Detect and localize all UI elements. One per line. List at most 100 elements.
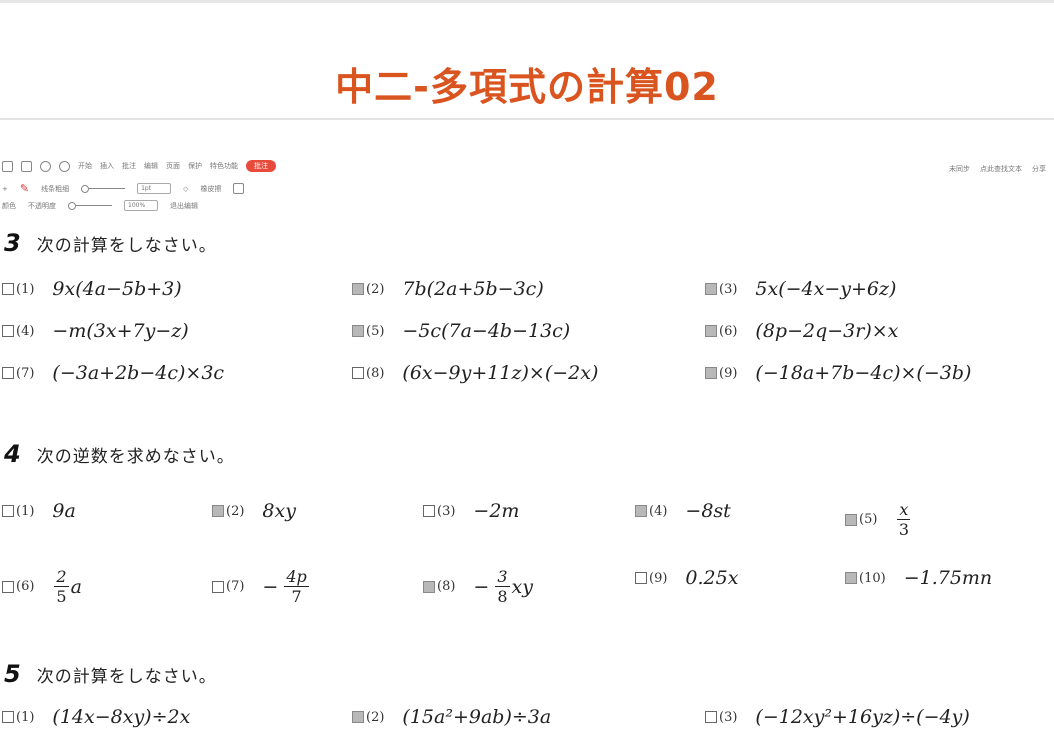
fraction-numerator: 2 bbox=[54, 567, 69, 587]
fraction: 25 bbox=[54, 567, 69, 606]
fraction-variable: a bbox=[70, 575, 82, 598]
exit-edit-label[interactable]: 退出编辑 bbox=[170, 201, 198, 211]
problem-item: (1) 9x(4a−5b+3) bbox=[2, 278, 182, 300]
search-text-button[interactable]: 点此查找文本 bbox=[980, 164, 1022, 174]
fraction-numerator: x bbox=[897, 500, 911, 520]
problem-label: (7) bbox=[16, 365, 35, 381]
problem-label: (5) bbox=[366, 323, 385, 339]
problem-label: (5) bbox=[859, 512, 878, 527]
share-button[interactable]: 分享 bbox=[1032, 164, 1046, 174]
tab-insert[interactable]: 插入 bbox=[100, 161, 114, 171]
problem-expression: 7b(2a+5b−3c) bbox=[402, 278, 544, 300]
problem-expression: 5x(−4x−y+6z) bbox=[755, 278, 897, 300]
problem-checkbox[interactable] bbox=[705, 367, 717, 379]
eraser-icon[interactable]: ◇ bbox=[183, 185, 188, 193]
problem-checkbox[interactable] bbox=[2, 580, 14, 593]
problem-expression: −8st bbox=[685, 500, 731, 522]
problem-checkbox[interactable] bbox=[423, 505, 435, 517]
problem-checkbox[interactable] bbox=[2, 367, 14, 379]
problem-checkbox[interactable] bbox=[705, 325, 717, 337]
problem-item: (1) 9a bbox=[2, 500, 76, 522]
problem-checkbox[interactable] bbox=[423, 580, 435, 593]
title-divider bbox=[0, 118, 1054, 120]
problem-checkbox[interactable] bbox=[352, 711, 364, 723]
problem-checkbox[interactable] bbox=[635, 572, 647, 584]
problem-item: (4) −8st bbox=[635, 500, 731, 522]
fraction-denominator: 7 bbox=[291, 587, 302, 606]
problem-label: (6) bbox=[719, 323, 738, 339]
fraction-denominator: 5 bbox=[56, 587, 67, 606]
section-instruction: 次の計算をしなさい。 bbox=[36, 236, 217, 256]
opacity-label: 不透明度 bbox=[28, 201, 56, 210]
fraction-denominator: 8 bbox=[497, 587, 508, 606]
tab-start[interactable]: 开始 bbox=[78, 161, 92, 171]
fraction-numerator: 4p bbox=[284, 567, 309, 587]
open-icon[interactable] bbox=[2, 160, 13, 172]
problem-checkbox[interactable] bbox=[2, 711, 14, 723]
problem-checkbox[interactable] bbox=[352, 283, 364, 295]
problem-label: (3) bbox=[719, 709, 738, 725]
section-3-header: 3 次の計算をしなさい。 bbox=[4, 229, 217, 257]
problem-item: (2) 8xy bbox=[212, 500, 296, 522]
problem-item: (9) (−18a+7b−4c)×(−3b) bbox=[705, 362, 971, 384]
top-rule bbox=[0, 0, 1054, 3]
problem-checkbox[interactable] bbox=[212, 580, 224, 593]
problem-item: (2) (15a²+9ab)÷3a bbox=[352, 706, 551, 728]
undo-icon[interactable] bbox=[40, 160, 51, 172]
problem-item: (6) 2 5 a bbox=[2, 567, 82, 606]
problem-label: (3) bbox=[437, 503, 456, 519]
problem-item: (4) −m(3x+7y−z) bbox=[2, 320, 189, 342]
opacity-select[interactable]: 100% bbox=[124, 200, 158, 211]
tab-comment[interactable]: 批注 bbox=[122, 161, 136, 171]
problem-label: (10) bbox=[859, 570, 886, 586]
problem-item: (5) x 3 bbox=[845, 500, 912, 539]
redo-icon[interactable] bbox=[59, 160, 70, 172]
toolbar-row-options: 颜色 不透明度 100% 退出编辑 bbox=[2, 200, 198, 211]
tab-protect[interactable]: 保护 bbox=[188, 161, 202, 171]
line-width-label: 线条粗细 bbox=[41, 184, 70, 193]
print-icon[interactable] bbox=[21, 160, 32, 172]
problem-label: (2) bbox=[366, 281, 385, 297]
toolbar-right: 未同步 点此查找文本 分享 bbox=[949, 164, 1046, 174]
section-4-header: 4 次の逆数を求めなさい。 bbox=[4, 440, 235, 468]
stroke-size-select[interactable]: 1pt bbox=[137, 183, 172, 194]
problem-checkbox[interactable] bbox=[2, 325, 14, 337]
problem-expression: −m(3x+7y−z) bbox=[52, 320, 189, 342]
problem-expression: 8xy bbox=[262, 500, 296, 522]
tab-active[interactable]: 批注 bbox=[246, 160, 276, 172]
problem-item: (6) (8p−2q−3r)×x bbox=[705, 320, 898, 342]
sync-status[interactable]: 未同步 bbox=[949, 164, 970, 174]
problem-checkbox[interactable] bbox=[635, 505, 647, 517]
tab-edit[interactable]: 编辑 bbox=[144, 161, 158, 171]
problem-checkbox[interactable] bbox=[2, 283, 14, 295]
plus-icon[interactable]: + bbox=[2, 185, 8, 193]
problem-checkbox[interactable] bbox=[845, 513, 857, 526]
problem-checkbox[interactable] bbox=[705, 283, 717, 295]
problem-checkbox[interactable] bbox=[212, 505, 224, 517]
problem-checkbox[interactable] bbox=[352, 325, 364, 337]
pen-icon[interactable]: ✎ bbox=[20, 182, 29, 195]
problem-item: (8) −3 8 xy bbox=[423, 567, 533, 606]
exit-edit-icon[interactable] bbox=[233, 183, 245, 194]
toolbar-row-tools: + ✎ 线条粗细 1pt ◇ 橡皮擦 bbox=[2, 182, 245, 195]
problem-expression: (15a²+9ab)÷3a bbox=[402, 706, 552, 728]
problem-checkbox[interactable] bbox=[845, 572, 857, 584]
problem-expression: (−18a+7b−4c)×(−3b) bbox=[755, 362, 972, 384]
problem-expression: (6x−9y+11z)×(−2x) bbox=[402, 362, 599, 384]
tab-page[interactable]: 页面 bbox=[166, 161, 180, 171]
problem-item: (3) −2m bbox=[423, 500, 519, 522]
problem-item: (3) (−12xy²+16yz)÷(−4y) bbox=[705, 706, 970, 728]
problem-checkbox[interactable] bbox=[705, 711, 717, 723]
problem-label: (7) bbox=[226, 579, 245, 594]
problem-label: (1) bbox=[16, 281, 35, 297]
line-width-slider[interactable] bbox=[81, 185, 126, 193]
section-instruction: 次の計算をしなさい。 bbox=[36, 667, 217, 687]
problem-checkbox[interactable] bbox=[352, 367, 364, 379]
opacity-slider[interactable] bbox=[68, 202, 112, 210]
eraser-label[interactable]: 橡皮擦 bbox=[200, 184, 221, 194]
color-button[interactable]: 颜色 bbox=[2, 201, 16, 211]
fraction: 4p 7 bbox=[284, 567, 309, 606]
problem-checkbox[interactable] bbox=[2, 505, 14, 517]
tab-features[interactable]: 特色功能 bbox=[210, 161, 238, 171]
problem-label: (2) bbox=[366, 709, 385, 725]
